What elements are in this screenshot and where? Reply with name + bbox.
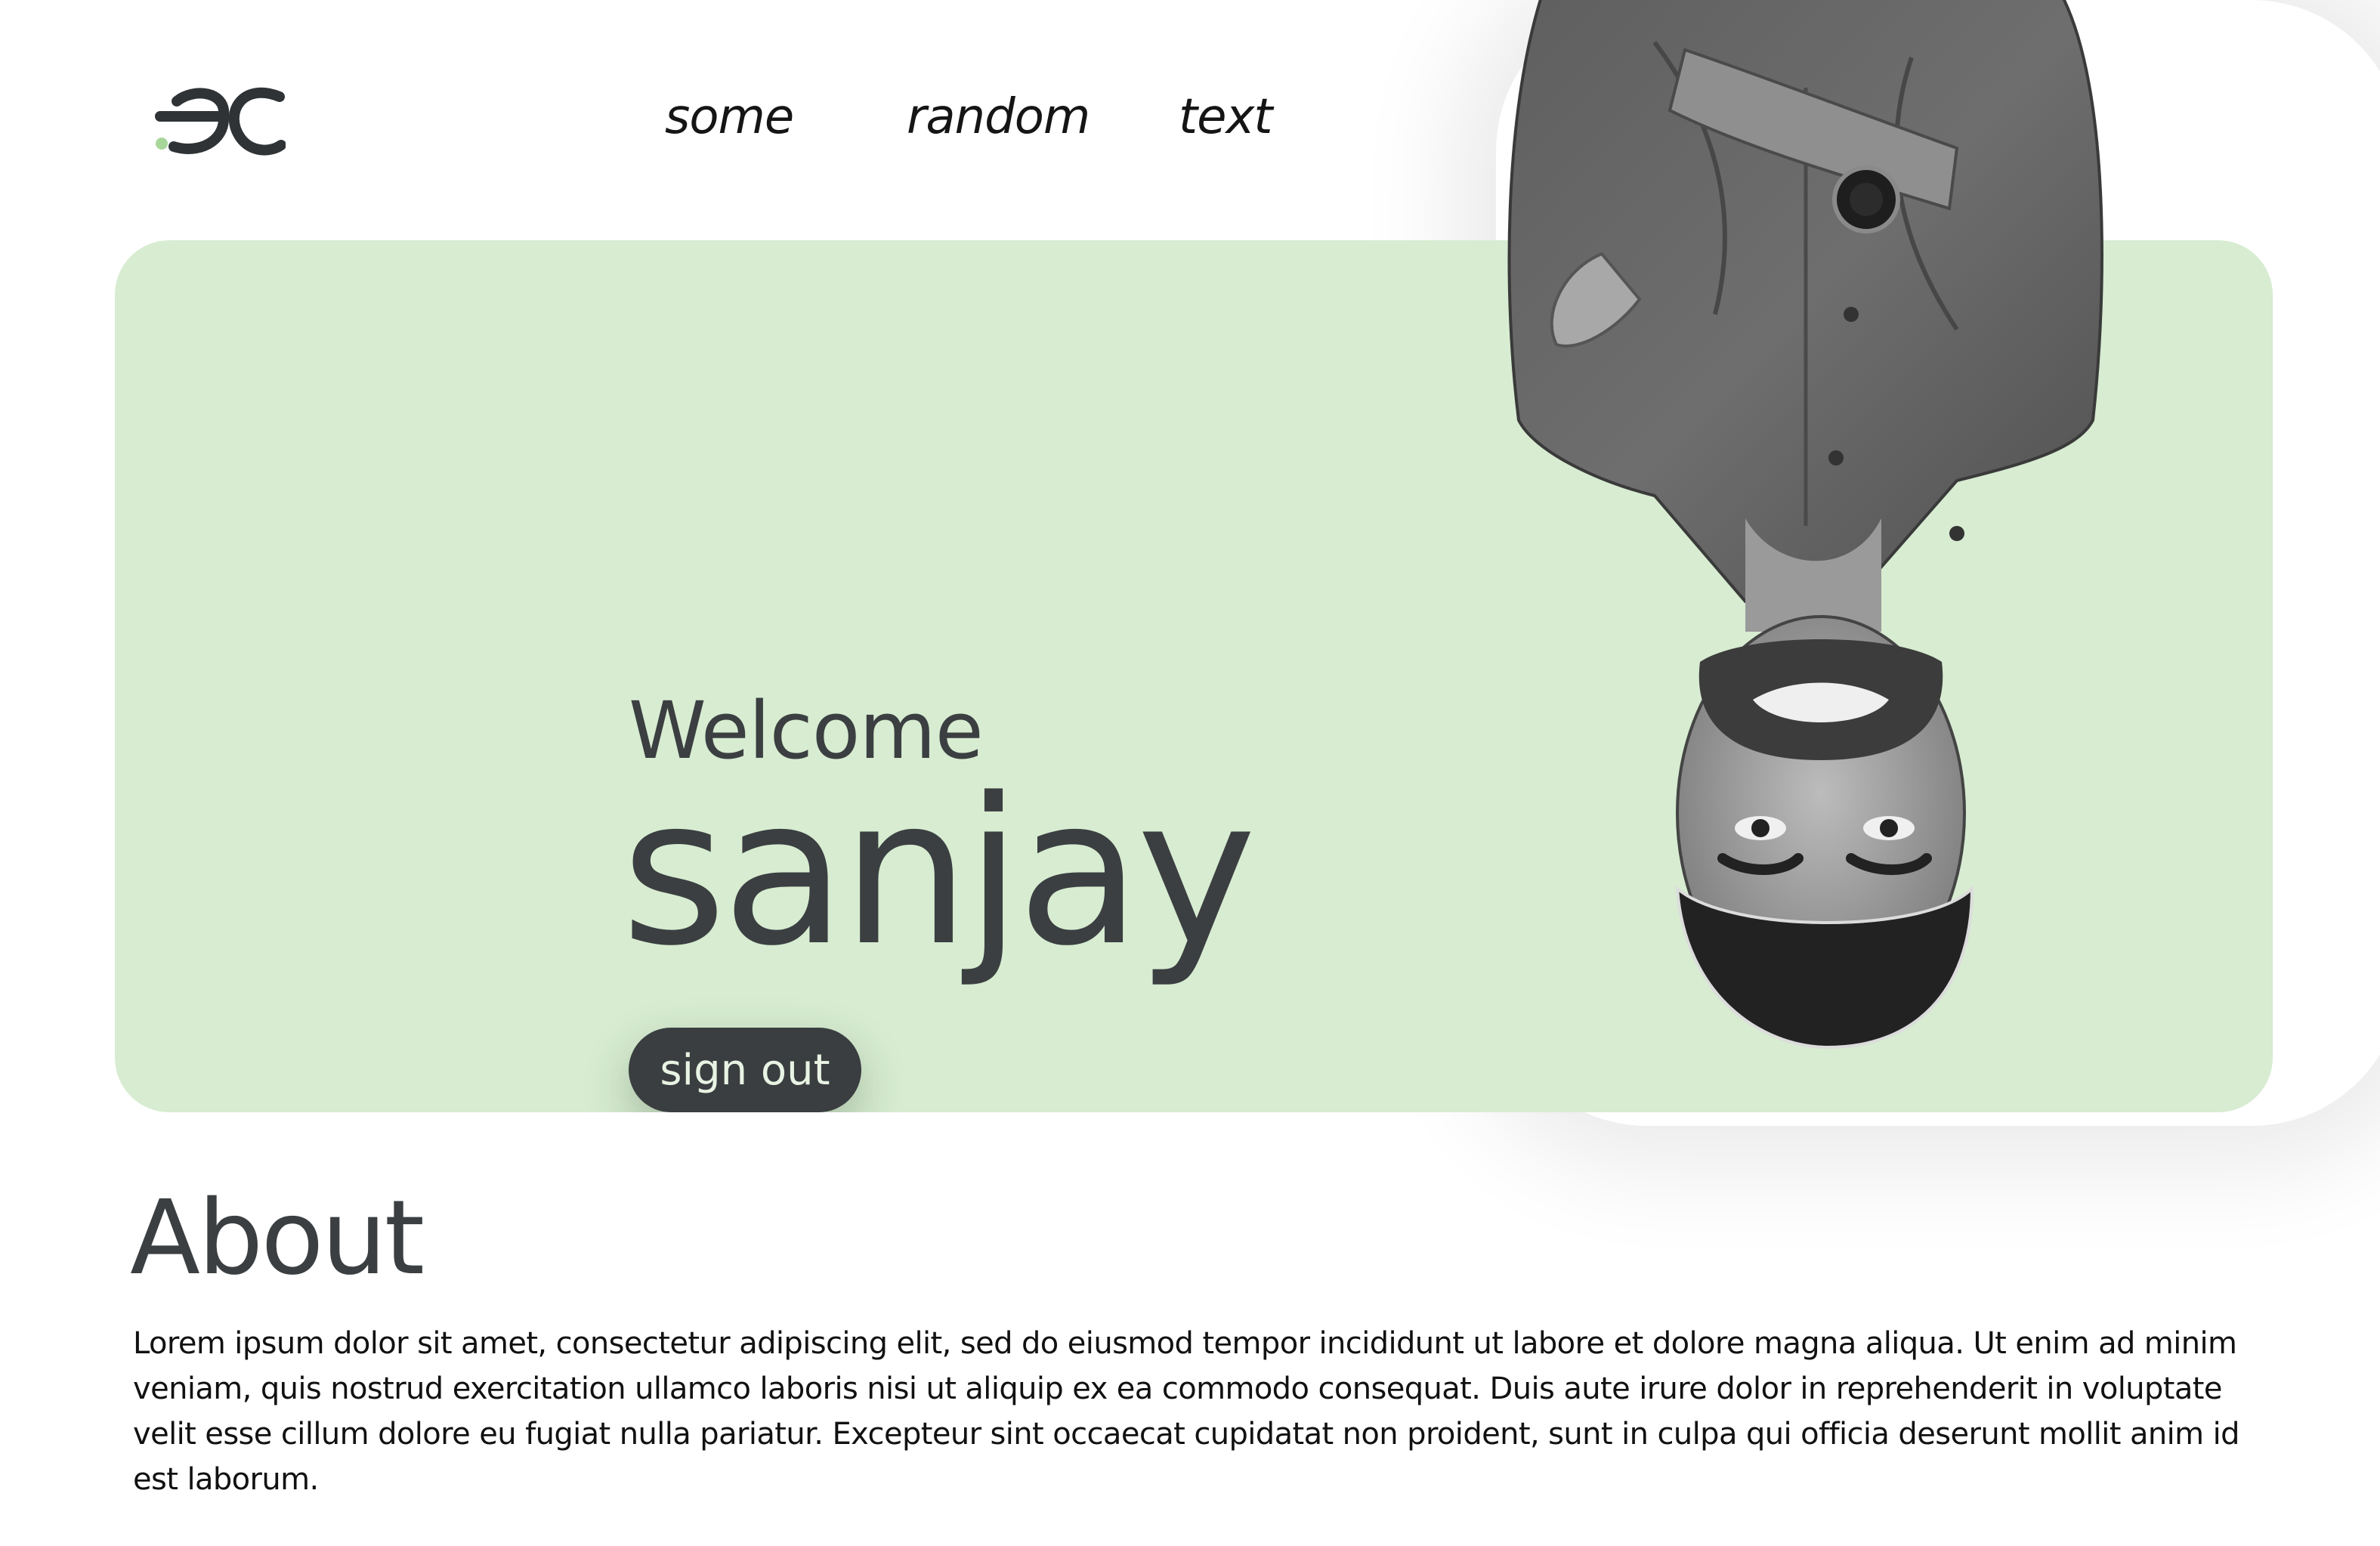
about-paragraph: Lorem ipsum dolor sit amet, consectetur … [133,1326,2240,1497]
nav-item-random[interactable]: random [907,89,1090,145]
profile-photo [1507,0,2103,1050]
user-name-heading: sanjay [621,755,1256,991]
ec-logo-icon[interactable] [151,83,286,156]
nav-item-text[interactable]: text [1179,89,1272,145]
sign-out-button[interactable]: sign out [629,1028,861,1112]
nav-item-some[interactable]: some [665,89,794,145]
about-heading: About [130,1179,425,1298]
